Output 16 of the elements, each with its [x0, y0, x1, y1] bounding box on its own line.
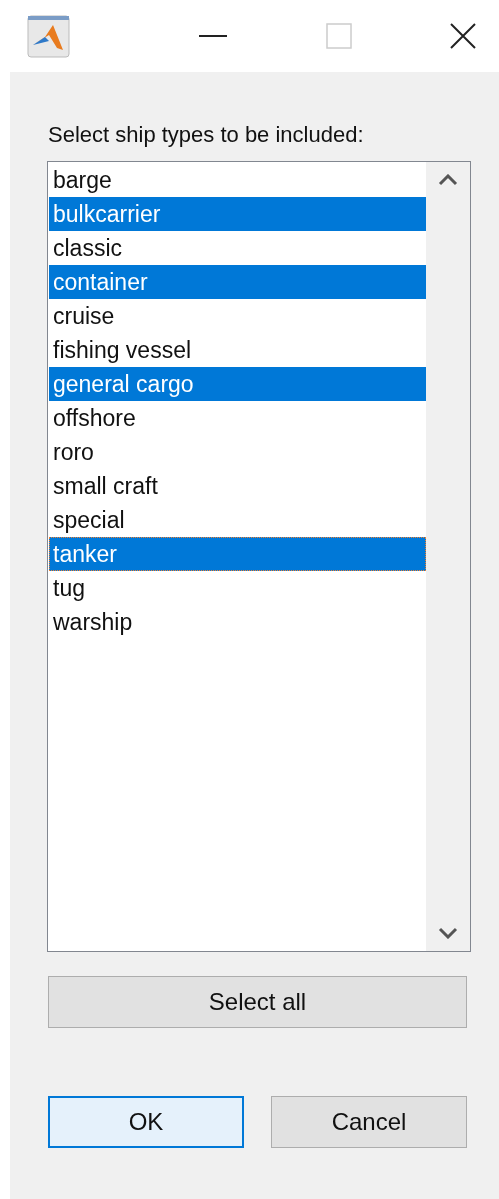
- list-item[interactable]: bulkcarrier: [49, 197, 426, 231]
- cancel-button[interactable]: Cancel: [271, 1096, 467, 1148]
- list-item[interactable]: tanker: [49, 537, 426, 571]
- app-icon: [27, 14, 70, 58]
- prompt-label: Select ship types to be included:: [48, 121, 365, 149]
- scroll-up-icon[interactable]: [438, 174, 458, 186]
- ship-type-list[interactable]: barge bulkcarrier classic container cruise fishing vessel general cargo offshore roro small craft special tanker tug warship: [47, 161, 471, 952]
- close-icon: [449, 22, 477, 50]
- scroll-down-icon[interactable]: [438, 927, 458, 939]
- list-item[interactable]: general cargo: [49, 367, 426, 401]
- list-item[interactable]: container: [49, 265, 426, 299]
- minimize-icon: [199, 34, 227, 38]
- scrollbar[interactable]: [426, 162, 470, 951]
- select-all-button[interactable]: Select all: [48, 976, 467, 1028]
- ok-button[interactable]: OK: [48, 1096, 244, 1148]
- maximize-icon: [326, 23, 352, 49]
